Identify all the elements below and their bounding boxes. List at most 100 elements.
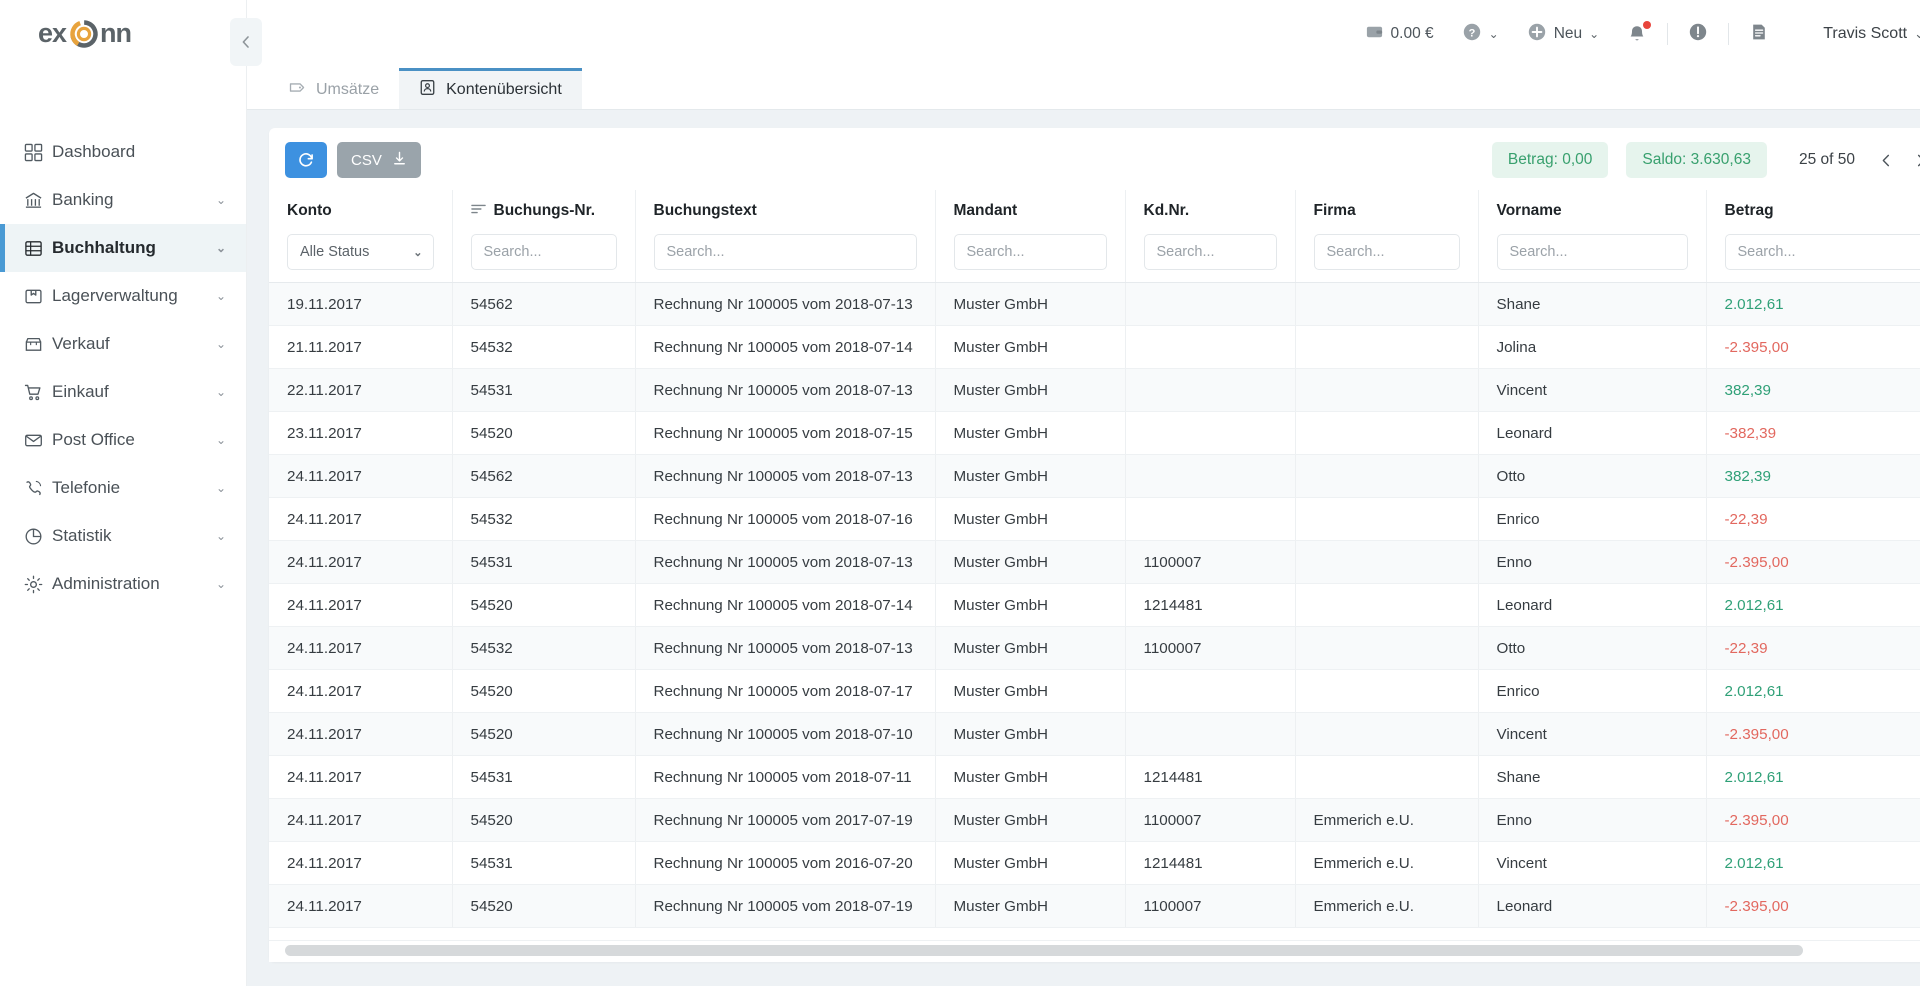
sidebar-item-banking[interactable]: Banking ⌄ [0,176,246,224]
cell-vorname: Otto [1478,626,1707,670]
table-row[interactable]: 24.11.2017 54562 Rechnung Nr 100005 vom 20… [269,454,1920,498]
cell-buchungstext: Rechnung Nr 100005 vom 2016-07-20 [635,841,936,885]
kdnr-search-input[interactable] [1143,234,1277,270]
sidebar-item-verkauf[interactable]: Verkauf ⌄ [0,320,246,368]
cell-kdnr [1125,454,1296,498]
sidebar-item-einkauf[interactable]: Einkauf ⌄ [0,368,246,416]
table-row[interactable]: 24.11.2017 54520 Rechnung Nr 100005 vom 20… [269,583,1920,627]
sidebar-item-post-office[interactable]: Post Office ⌄ [0,416,246,464]
column-konto: Konto Alle Status ⌄ [269,190,453,283]
sidebar-item-statistik[interactable]: Statistik ⌄ [0,512,246,560]
brand-logo[interactable]: ex nn [0,0,246,68]
cell-konto: 22.11.2017 [269,368,453,412]
ledger-icon [24,239,52,258]
svg-text:?: ? [1468,27,1475,39]
cell-buchungsnr: 54562 [452,282,636,326]
tab-umsaetze[interactable]: Umsätze [269,68,399,109]
cell-kdnr [1125,368,1296,412]
cell-vorname: Shane [1478,282,1707,326]
konto-status-select[interactable]: Alle Status [287,234,434,270]
table-row[interactable]: 24.11.2017 54520 Rechnung Nr 100005 vom 20… [269,798,1920,842]
alerts-button[interactable] [1674,14,1722,54]
table-row[interactable]: 21.11.2017 54532 Rechnung Nr 100005 vom 20… [269,325,1920,369]
sidebar-item-telefonie[interactable]: Telefonie ⌄ [0,464,246,512]
cell-konto: 24.11.2017 [269,454,453,498]
table-row[interactable]: 23.11.2017 54520 Rechnung Nr 100005 vom 20… [269,411,1920,455]
notifications-button[interactable] [1613,14,1661,54]
next-page-button[interactable] [1905,145,1920,175]
chevron-down-icon: ⌄ [215,577,226,591]
cell-firma [1295,583,1479,627]
table-row[interactable]: 24.11.2017 54520 Rechnung Nr 100005 vom 20… [269,669,1920,713]
sidebar-item-buchhaltung[interactable]: Buchhaltung ⌄ [0,224,246,272]
notes-button[interactable] [1735,14,1783,54]
table-row[interactable]: 24.11.2017 54532 Rechnung Nr 100005 vom 20… [269,497,1920,541]
cell-betrag: 2.012,61 [1706,755,1920,799]
refresh-button[interactable] [285,142,327,178]
cell-buchungstext: Rechnung Nr 100005 vom 2018-07-13 [635,282,936,326]
cell-kdnr [1125,712,1296,756]
main-area: 0.00 € ? ⌄ Neu ⌄ Travis Scott ⌄ Umsätze … [247,0,1920,986]
cell-mandant: Muster GmbH [935,712,1126,756]
sidebar-collapse-button[interactable] [230,18,262,66]
exonn-logo-icon: ex nn [38,18,132,48]
table-row[interactable]: 24.11.2017 54531 Rechnung Nr 100005 vom 20… [269,540,1920,584]
alert-circle-icon [1688,22,1708,47]
sidebar-item-label: Statistik [52,526,112,545]
card-toolbar: CSV Betrag: 0,00 Saldo: 3.630,63 25 of 5… [269,128,1920,190]
scrollbar-thumb[interactable] [285,945,1803,956]
buchungstext-search-input[interactable] [653,234,917,270]
new-menu[interactable]: Neu ⌄ [1513,14,1614,54]
cell-firma: Emmerich e.U. [1295,841,1479,885]
horizontal-scrollbar[interactable] [269,940,1920,962]
cell-buchungstext: Rechnung Nr 100005 vom 2018-07-19 [635,884,936,928]
cell-mandant: Muster GmbH [935,368,1126,412]
wallet-balance[interactable]: 0.00 € [1351,14,1448,54]
cell-konto: 24.11.2017 [269,712,453,756]
firma-search-input[interactable] [1313,234,1460,270]
sidebar-item-label: Post Office [52,430,135,449]
chevron-left-icon [242,36,249,48]
buchungsnr-search-input[interactable] [470,234,617,270]
cell-buchungstext: Rechnung Nr 100005 vom 2018-07-14 [635,325,936,369]
cell-konto: 23.11.2017 [269,411,453,455]
cell-betrag: 2.012,61 [1706,669,1920,713]
vorname-search-input[interactable] [1496,234,1688,270]
user-menu[interactable]: Travis Scott ⌄ [1809,14,1920,54]
table-row[interactable]: 24.11.2017 54532 Rechnung Nr 100005 vom 20… [269,626,1920,670]
scrollbar-track[interactable] [285,945,1920,956]
prev-page-button[interactable] [1871,145,1901,175]
tab-kontenuebersicht[interactable]: Kontenübersicht [399,68,582,109]
help-menu[interactable]: ? ⌄ [1448,14,1513,54]
table-row[interactable]: 24.11.2017 54520 Rechnung Nr 100005 vom 20… [269,884,1920,928]
divider [1667,23,1669,45]
cell-firma [1295,282,1479,326]
mandant-search-input[interactable] [953,234,1107,270]
cell-firma [1295,626,1479,670]
saldo-total-badge: Saldo: 3.630,63 [1626,142,1767,178]
user-name-label: Travis Scott [1823,25,1908,42]
topbar: 0.00 € ? ⌄ Neu ⌄ Travis Scott ⌄ [247,0,1920,68]
svg-text:ex: ex [38,18,67,48]
cell-vorname: Enrico [1478,497,1707,541]
table-scroll-container[interactable]: Konto Alle Status ⌄ Buchungs-Nr. Search.… [269,190,1920,940]
betrag-search-input[interactable] [1724,234,1920,270]
table-row[interactable]: 24.11.2017 54520 Rechnung Nr 100005 vom 20… [269,712,1920,756]
table-row[interactable]: 19.11.2017 54562 Rechnung Nr 100005 vom 20… [269,282,1920,326]
sidebar-item-dashboard[interactable]: Dashboard [0,128,246,176]
cell-buchungsnr: 54531 [452,841,636,885]
cell-buchungsnr: 54520 [452,583,636,627]
table-row[interactable]: 22.11.2017 54531 Rechnung Nr 100005 vom 20… [269,368,1920,412]
csv-export-button[interactable]: CSV [337,142,421,178]
cell-vorname: Vincent [1478,712,1707,756]
cell-kdnr [1125,325,1296,369]
table-row[interactable]: 24.11.2017 54531 Rechnung Nr 100005 vom 20… [269,841,1920,885]
sidebar-item-lagerverwaltung[interactable]: Lagerverwaltung ⌄ [0,272,246,320]
column-label: Konto [287,202,332,219]
sidebar-item-administration[interactable]: Administration ⌄ [0,560,246,608]
cell-kdnr: 1100007 [1125,626,1296,670]
table-row[interactable]: 24.11.2017 54531 Rechnung Nr 100005 vom 20… [269,755,1920,799]
sort-icon[interactable] [470,202,486,220]
cell-buchungstext: Rechnung Nr 100005 vom 2017-07-19 [635,798,936,842]
envelope-icon [24,431,52,450]
